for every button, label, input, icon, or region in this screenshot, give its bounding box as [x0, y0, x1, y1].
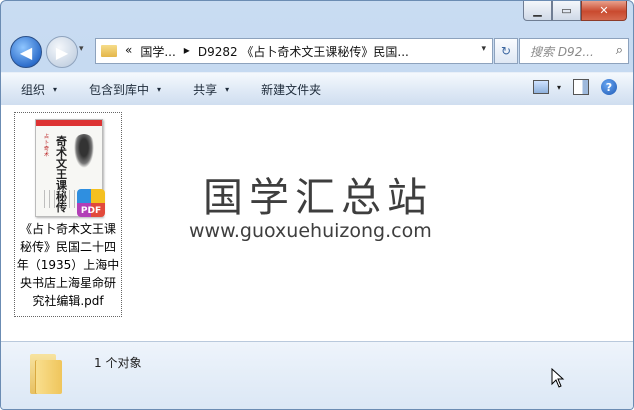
- new-folder-label: 新建文件夹: [261, 82, 322, 97]
- back-button[interactable]: ◀: [10, 36, 42, 68]
- chevron-down-icon: ▾: [53, 84, 58, 94]
- list-item[interactable]: 占卜奇术 奇术文王课秘传 PDF 《占卜奇术文王课秘传》民国二十四年（1935）…: [14, 112, 122, 317]
- explorer-window: ▁ ▭ ✕ ◀ ▶ ▾ « 国学... ▸ D9282 《占卜奇术文王课秘传》民…: [0, 0, 634, 410]
- new-folder-button[interactable]: 新建文件夹: [261, 81, 321, 98]
- organize-label: 组织: [21, 82, 46, 97]
- breadcrumb-item-current[interactable]: D9282 《占卜奇术文王课秘传》民国...: [198, 43, 409, 60]
- watermark-title: 国学汇总站: [203, 175, 433, 221]
- address-dropdown-icon[interactable]: ▾: [481, 44, 486, 54]
- refresh-icon: ↻: [500, 44, 512, 58]
- include-in-library-label: 包含到库中: [89, 82, 150, 97]
- search-input[interactable]: 搜索 D92... ⌕: [519, 38, 629, 64]
- breadcrumb: « 国学... ▸ D9282 《占卜奇术文王课秘传》民国...: [125, 43, 409, 60]
- folder-icon: [101, 45, 117, 57]
- search-placeholder: 搜索 D92...: [530, 44, 594, 59]
- navigation-bar: ◀ ▶ ▾ « 国学... ▸ D9282 《占卜奇术文王课秘传》民国... ▾…: [1, 33, 633, 69]
- close-button[interactable]: ✕: [581, 1, 627, 21]
- thumbnail-header: [36, 120, 102, 126]
- maximize-button[interactable]: ▭: [552, 1, 581, 21]
- command-toolbar: 组织 ▾ 包含到库中 ▾ 共享 ▾ 新建文件夹 ▾ ?: [1, 72, 633, 106]
- address-bar[interactable]: « 国学... ▸ D9282 《占卜奇术文王课秘传》民国... ▾: [95, 38, 493, 64]
- caption-buttons: ▁ ▭ ✕: [523, 1, 627, 21]
- share-menu[interactable]: 共享 ▾: [193, 81, 229, 98]
- watermark-url: www.guoxuehuizong.com: [189, 220, 432, 242]
- thumbnail-illustration: [74, 134, 94, 168]
- recent-pages-button[interactable]: ▾: [79, 44, 84, 54]
- toolbar-right: ▾ ?: [532, 79, 617, 95]
- thumbnail-side-text: 占卜奇术: [44, 134, 50, 158]
- thumbnail-text-lines: [44, 190, 76, 208]
- close-icon: ✕: [599, 4, 609, 17]
- help-icon[interactable]: ?: [601, 79, 617, 95]
- chevron-down-icon: ▾: [157, 84, 162, 94]
- folder-icon: [30, 354, 64, 394]
- file-list[interactable]: 占卜奇术 奇术文王课秘传 PDF 《占卜奇术文王课秘传》民国二十四年（1935）…: [1, 105, 633, 341]
- chevron-down-icon: ▾: [225, 84, 230, 94]
- breadcrumb-overflow[interactable]: «: [125, 43, 132, 60]
- details-pane: 1 个对象: [1, 341, 633, 409]
- include-in-library-menu[interactable]: 包含到库中 ▾: [89, 81, 161, 98]
- organize-menu[interactable]: 组织 ▾: [21, 81, 57, 98]
- pdf-icon: PDF: [77, 189, 105, 217]
- file-name: 《占卜奇术文王课秘传》民国二十四年（1935）上海中央书店上海星命研究社编辑.p…: [16, 222, 120, 308]
- forward-button[interactable]: ▶: [46, 36, 78, 68]
- minimize-button[interactable]: ▁: [523, 1, 552, 21]
- preview-pane-icon[interactable]: [573, 79, 589, 95]
- back-arrow-icon: ◀: [19, 42, 33, 62]
- minimize-icon: ▁: [533, 4, 542, 17]
- maximize-icon: ▭: [561, 4, 572, 17]
- share-label: 共享: [193, 82, 218, 97]
- change-view-button[interactable]: ▾: [532, 80, 561, 94]
- mouse-cursor-icon: [551, 368, 565, 388]
- view-icon: [532, 80, 549, 94]
- chevron-down-icon: ▾: [556, 82, 561, 92]
- forward-arrow-icon: ▶: [55, 42, 69, 62]
- search-icon[interactable]: ⌕: [616, 43, 623, 58]
- item-count: 1 个对象: [94, 356, 142, 370]
- breadcrumb-separator[interactable]: ▸: [184, 43, 190, 60]
- breadcrumb-item-guoxue[interactable]: 国学...: [140, 43, 175, 60]
- refresh-button[interactable]: ↻: [494, 38, 518, 64]
